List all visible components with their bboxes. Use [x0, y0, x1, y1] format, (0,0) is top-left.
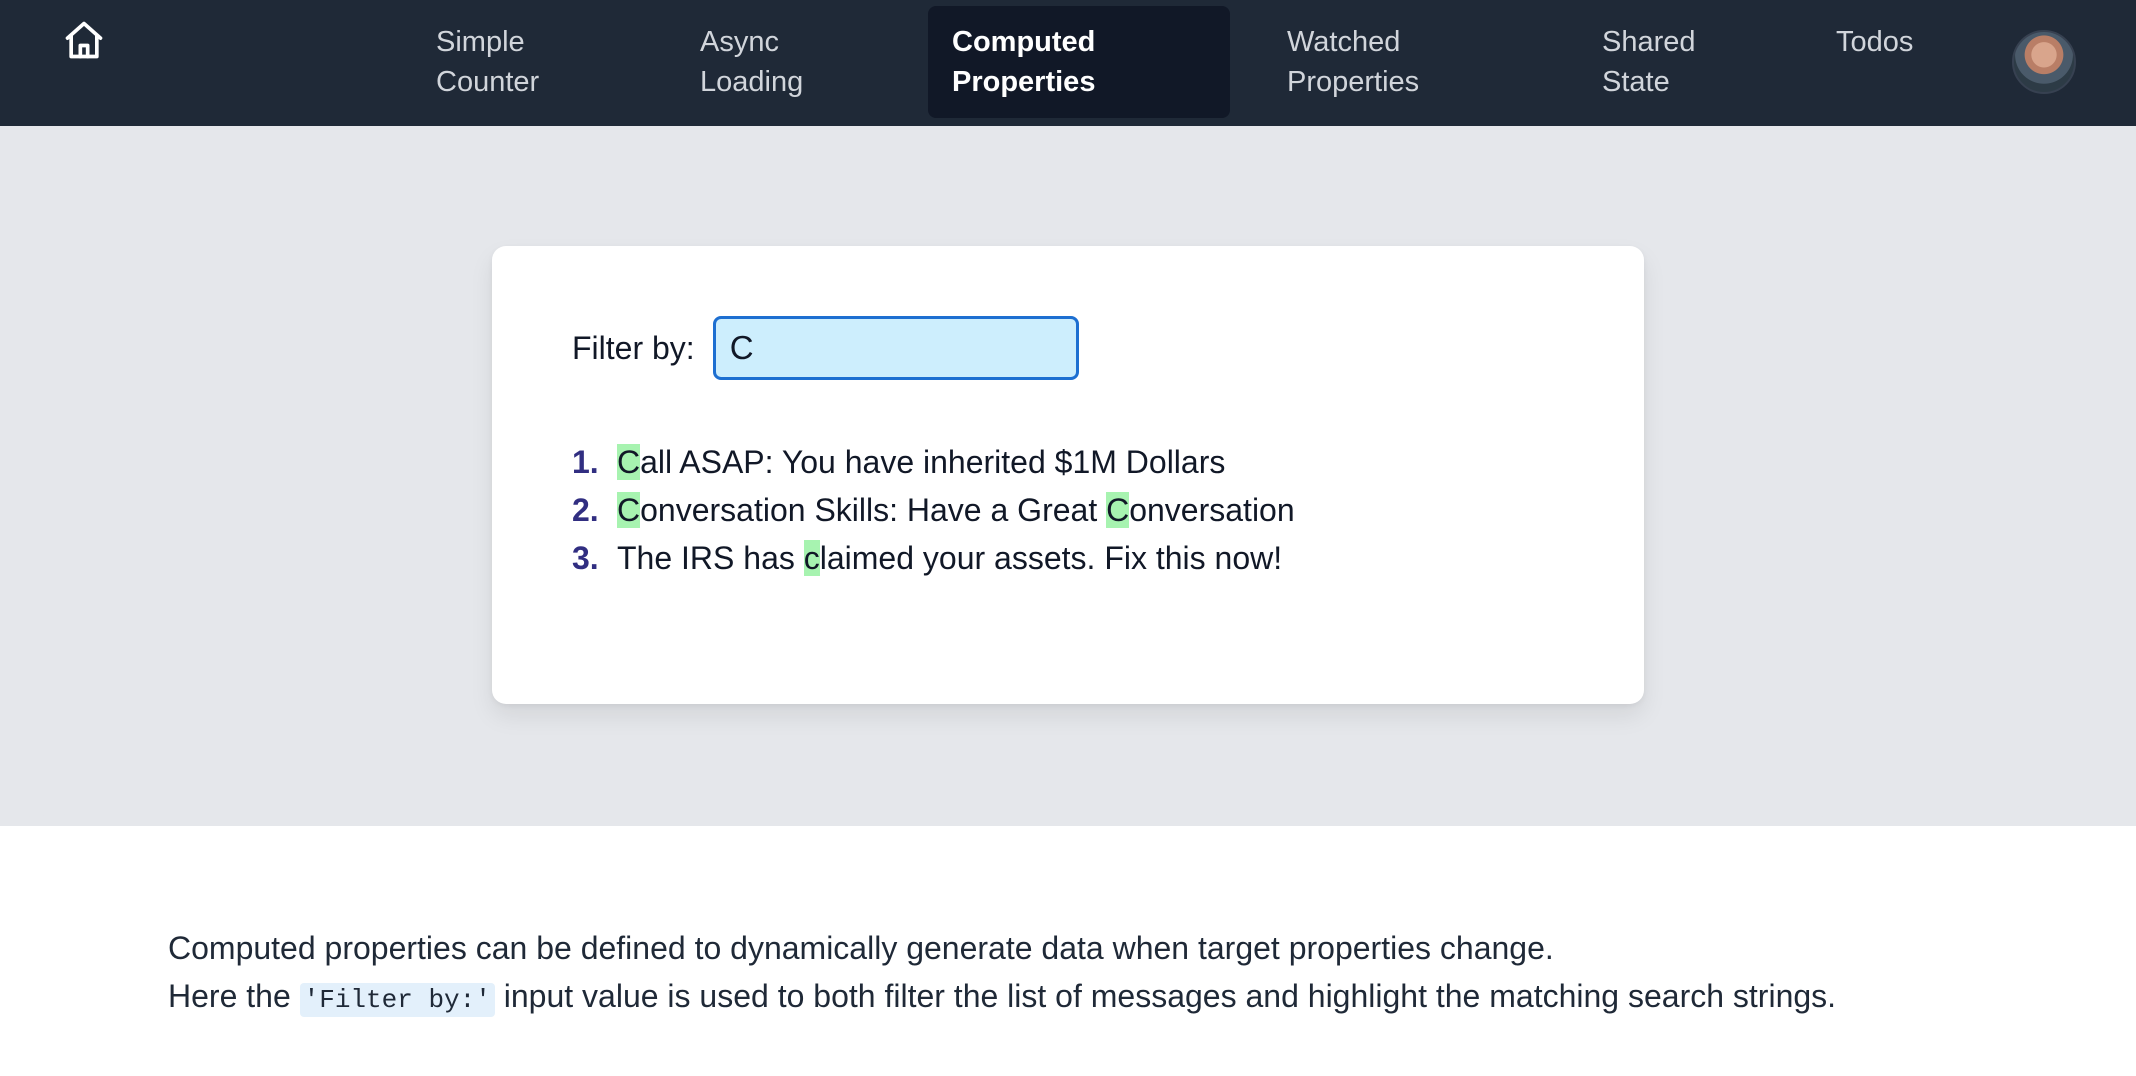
list-item-text: Call ASAP: You have inherited $1M Dollar…: [617, 444, 1226, 480]
message-list: 1. Call ASAP: You have inherited $1M Dol…: [572, 438, 1295, 582]
list-item: 3. The IRS has claimed your assets. Fix …: [572, 534, 1295, 582]
filter-label: Filter by:: [572, 329, 695, 366]
nav-label-line1: Todos: [1836, 26, 1914, 58]
list-item-text: The IRS has claimed your assets. Fix thi…: [617, 540, 1283, 576]
nav-label-line1: Computed: [952, 26, 1096, 58]
description-text: Here the: [168, 978, 300, 1014]
user-avatar[interactable]: [2012, 30, 2076, 94]
nav-todos[interactable]: Todos: [1812, 6, 1937, 118]
list-item-number: 2.: [572, 492, 599, 528]
description-text: input value is used to both filter the l…: [494, 978, 1837, 1014]
list-item: 2. Conversation Skills: Have a Great Con…: [572, 486, 1295, 534]
home-icon[interactable]: [58, 14, 110, 66]
match-highlight: c: [803, 540, 820, 576]
nav-label-line2: State: [1602, 66, 1670, 98]
nav-shared-state[interactable]: Shared State: [1578, 6, 1720, 118]
list-item-number: 3.: [572, 540, 599, 576]
match-highlight: C: [617, 492, 641, 528]
match-highlight: C: [1106, 492, 1130, 528]
filter-input[interactable]: [712, 316, 1079, 380]
nav-label-line1: Watched: [1287, 26, 1401, 58]
list-item-text: Conversation Skills: Have a Great Conver…: [617, 492, 1295, 528]
inline-code: 'Filter by:': [299, 983, 495, 1017]
computed-properties-card: Filter by: 1. Call ASAP: You have inheri…: [492, 246, 1644, 704]
filter-row: Filter by:: [572, 316, 1079, 380]
list-item-number: 1.: [572, 444, 599, 480]
nav-label-line1: Shared: [1602, 26, 1696, 58]
description-line-1: Computed properties can be defined to dy…: [168, 930, 1554, 966]
description: Computed properties can be defined to dy…: [168, 924, 1836, 1020]
nav-async-loading[interactable]: Async Loading: [676, 6, 827, 118]
top-nav: Simple Counter Async Loading Computed Pr…: [0, 0, 2136, 126]
nav-label-line1: Async: [700, 26, 779, 58]
description-line-2: Here the 'Filter by:' input value is use…: [168, 972, 1836, 1020]
wave-divider: [0, 790, 2136, 818]
list-item: 1. Call ASAP: You have inherited $1M Dol…: [572, 438, 1295, 486]
nav-simple-counter[interactable]: Simple Counter: [412, 6, 563, 118]
nav-label-line2: Properties: [1287, 66, 1420, 98]
nav-label-line2: Loading: [700, 66, 804, 98]
nav-computed-properties[interactable]: Computed Properties: [928, 6, 1230, 118]
nav-watched-properties[interactable]: Watched Properties: [1263, 6, 1443, 118]
match-highlight: C: [617, 444, 641, 480]
nav-label-line2: Counter: [436, 66, 540, 98]
nav-label-line2: Properties: [952, 66, 1096, 98]
nav-label-line1: Simple: [436, 26, 525, 58]
